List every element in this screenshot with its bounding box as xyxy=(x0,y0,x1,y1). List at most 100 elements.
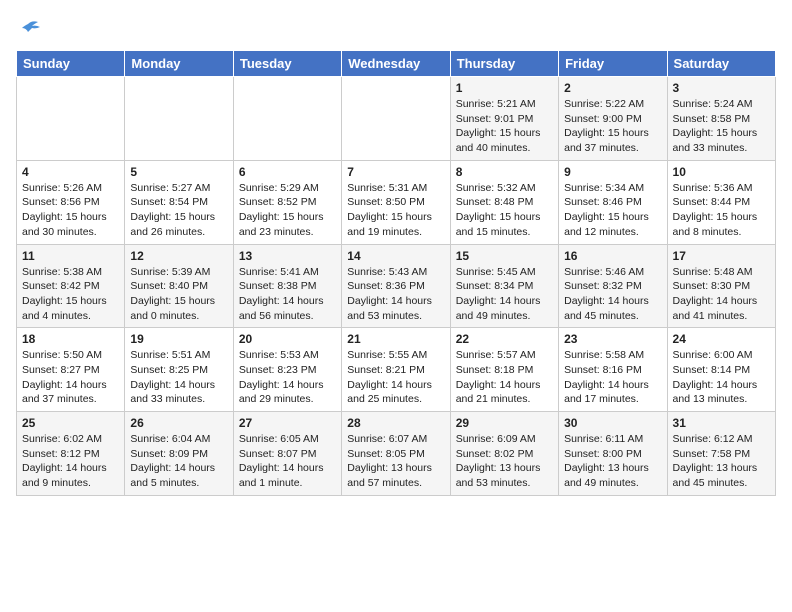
day-number: 3 xyxy=(673,81,770,95)
day-number: 7 xyxy=(347,165,444,179)
cell-info: Sunrise: 5:24 AMSunset: 8:58 PMDaylight:… xyxy=(673,97,770,156)
cell-info: Sunrise: 6:00 AMSunset: 8:14 PMDaylight:… xyxy=(673,348,770,407)
cell-info: Sunrise: 5:26 AMSunset: 8:56 PMDaylight:… xyxy=(22,181,119,240)
day-number: 10 xyxy=(673,165,770,179)
calendar-cell: 24 Sunrise: 6:00 AMSunset: 8:14 PMDayligh… xyxy=(667,328,775,412)
day-number: 21 xyxy=(347,332,444,346)
calendar-week-row: 25Sunrise: 6:02 AMSunset: 8:12 PMDayligh… xyxy=(17,412,776,496)
day-number: 15 xyxy=(456,249,553,263)
calendar-week-row: 1 Sunrise: 5:21 AMSunset: 9:01 PMDaylight… xyxy=(17,77,776,161)
cell-info: Sunrise: 5:41 AMSunset: 8:38 PMDaylight:… xyxy=(239,265,336,324)
cell-info: Sunrise: 5:39 AMSunset: 8:40 PMDaylight:… xyxy=(130,265,227,324)
calendar-cell xyxy=(17,77,125,161)
day-number: 27 xyxy=(239,416,336,430)
day-number: 14 xyxy=(347,249,444,263)
day-number: 23 xyxy=(564,332,661,346)
calendar-cell: 11 Sunrise: 5:38 AMSunset: 8:42 PMDayligh… xyxy=(17,244,125,328)
calendar-cell: 31 Sunrise: 6:12 AMSunset: 7:58 PMDayligh… xyxy=(667,412,775,496)
calendar-cell: 27 Sunrise: 6:05 AMSunset: 8:07 PMDayligh… xyxy=(233,412,341,496)
day-number: 28 xyxy=(347,416,444,430)
calendar-cell xyxy=(342,77,450,161)
cell-info: Sunrise: 5:34 AMSunset: 8:46 PMDaylight:… xyxy=(564,181,661,240)
day-header-thursday: Thursday xyxy=(450,51,558,77)
cell-info: Sunrise: 5:58 AMSunset: 8:16 PMDaylight:… xyxy=(564,348,661,407)
calendar-cell: 12Sunrise: 5:39 AMSunset: 8:40 PMDayligh… xyxy=(125,244,233,328)
day-header-saturday: Saturday xyxy=(667,51,775,77)
day-header-sunday: Sunday xyxy=(17,51,125,77)
calendar-week-row: 18 Sunrise: 5:50 AMSunset: 8:27 PMDayligh… xyxy=(17,328,776,412)
cell-info: Sunrise: 5:29 AMSunset: 8:52 PMDaylight:… xyxy=(239,181,336,240)
page-header xyxy=(16,16,776,42)
cell-info: Sunrise: 5:38 AMSunset: 8:42 PMDaylight:… xyxy=(22,265,119,324)
calendar-cell: 15 Sunrise: 5:45 AMSunset: 8:34 PMDayligh… xyxy=(450,244,558,328)
day-number: 11 xyxy=(22,249,119,263)
day-header-wednesday: Wednesday xyxy=(342,51,450,77)
calendar-cell: 7 Sunrise: 5:31 AMSunset: 8:50 PMDaylight… xyxy=(342,160,450,244)
calendar-header-row: SundayMondayTuesdayWednesdayThursdayFrid… xyxy=(17,51,776,77)
cell-info: Sunrise: 5:31 AMSunset: 8:50 PMDaylight:… xyxy=(347,181,444,240)
calendar-week-row: 4 Sunrise: 5:26 AMSunset: 8:56 PMDaylight… xyxy=(17,160,776,244)
calendar-cell: 6 Sunrise: 5:29 AMSunset: 8:52 PMDaylight… xyxy=(233,160,341,244)
calendar-cell: 1 Sunrise: 5:21 AMSunset: 9:01 PMDaylight… xyxy=(450,77,558,161)
day-number: 2 xyxy=(564,81,661,95)
cell-info: Sunrise: 5:21 AMSunset: 9:01 PMDaylight:… xyxy=(456,97,553,156)
day-number: 31 xyxy=(673,416,770,430)
day-number: 6 xyxy=(239,165,336,179)
calendar-cell: 25Sunrise: 6:02 AMSunset: 8:12 PMDayligh… xyxy=(17,412,125,496)
day-number: 5 xyxy=(130,165,227,179)
calendar-cell: 10Sunrise: 5:36 AMSunset: 8:44 PMDayligh… xyxy=(667,160,775,244)
cell-info: Sunrise: 6:05 AMSunset: 8:07 PMDaylight:… xyxy=(239,432,336,491)
calendar-cell: 16 Sunrise: 5:46 AMSunset: 8:32 PMDayligh… xyxy=(559,244,667,328)
cell-info: Sunrise: 5:50 AMSunset: 8:27 PMDaylight:… xyxy=(22,348,119,407)
calendar-cell: 8Sunrise: 5:32 AMSunset: 8:48 PMDaylight… xyxy=(450,160,558,244)
calendar-cell: 13 Sunrise: 5:41 AMSunset: 8:38 PMDayligh… xyxy=(233,244,341,328)
day-number: 17 xyxy=(673,249,770,263)
day-number: 29 xyxy=(456,416,553,430)
cell-info: Sunrise: 6:12 AMSunset: 7:58 PMDaylight:… xyxy=(673,432,770,491)
cell-info: Sunrise: 5:53 AMSunset: 8:23 PMDaylight:… xyxy=(239,348,336,407)
cell-info: Sunrise: 5:45 AMSunset: 8:34 PMDaylight:… xyxy=(456,265,553,324)
cell-info: Sunrise: 5:46 AMSunset: 8:32 PMDaylight:… xyxy=(564,265,661,324)
cell-info: Sunrise: 5:57 AMSunset: 8:18 PMDaylight:… xyxy=(456,348,553,407)
calendar-cell: 18 Sunrise: 5:50 AMSunset: 8:27 PMDayligh… xyxy=(17,328,125,412)
cell-info: Sunrise: 6:11 AMSunset: 8:00 PMDaylight:… xyxy=(564,432,661,491)
day-header-monday: Monday xyxy=(125,51,233,77)
calendar-cell: 29 Sunrise: 6:09 AMSunset: 8:02 PMDayligh… xyxy=(450,412,558,496)
calendar-cell xyxy=(233,77,341,161)
calendar-cell: 3 Sunrise: 5:24 AMSunset: 8:58 PMDaylight… xyxy=(667,77,775,161)
calendar-cell: 26 Sunrise: 6:04 AMSunset: 8:09 PMDayligh… xyxy=(125,412,233,496)
logo-bird-icon xyxy=(18,20,40,38)
day-number: 1 xyxy=(456,81,553,95)
cell-info: Sunrise: 5:43 AMSunset: 8:36 PMDaylight:… xyxy=(347,265,444,324)
day-number: 25 xyxy=(22,416,119,430)
calendar-cell xyxy=(125,77,233,161)
day-number: 20 xyxy=(239,332,336,346)
calendar-cell: 21 Sunrise: 5:55 AMSunset: 8:21 PMDayligh… xyxy=(342,328,450,412)
calendar-cell: 22 Sunrise: 5:57 AMSunset: 8:18 PMDayligh… xyxy=(450,328,558,412)
day-number: 18 xyxy=(22,332,119,346)
day-number: 19 xyxy=(130,332,227,346)
cell-info: Sunrise: 5:48 AMSunset: 8:30 PMDaylight:… xyxy=(673,265,770,324)
cell-info: Sunrise: 5:55 AMSunset: 8:21 PMDaylight:… xyxy=(347,348,444,407)
day-number: 4 xyxy=(22,165,119,179)
calendar-cell: 20 Sunrise: 5:53 AMSunset: 8:23 PMDayligh… xyxy=(233,328,341,412)
calendar-cell: 30 Sunrise: 6:11 AMSunset: 8:00 PMDayligh… xyxy=(559,412,667,496)
day-number: 30 xyxy=(564,416,661,430)
calendar-cell: 5Sunrise: 5:27 AMSunset: 8:54 PMDaylight… xyxy=(125,160,233,244)
day-number: 16 xyxy=(564,249,661,263)
day-number: 22 xyxy=(456,332,553,346)
day-number: 13 xyxy=(239,249,336,263)
cell-info: Sunrise: 5:51 AMSunset: 8:25 PMDaylight:… xyxy=(130,348,227,407)
day-number: 26 xyxy=(130,416,227,430)
calendar-cell: 9 Sunrise: 5:34 AMSunset: 8:46 PMDaylight… xyxy=(559,160,667,244)
calendar-cell: 4 Sunrise: 5:26 AMSunset: 8:56 PMDaylight… xyxy=(17,160,125,244)
cell-info: Sunrise: 6:04 AMSunset: 8:09 PMDaylight:… xyxy=(130,432,227,491)
calendar-cell: 28Sunrise: 6:07 AMSunset: 8:05 PMDayligh… xyxy=(342,412,450,496)
calendar-cell: 2Sunrise: 5:22 AMSunset: 9:00 PMDaylight… xyxy=(559,77,667,161)
logo xyxy=(16,20,40,42)
day-number: 9 xyxy=(564,165,661,179)
calendar-cell: 19 Sunrise: 5:51 AMSunset: 8:25 PMDayligh… xyxy=(125,328,233,412)
cell-info: Sunrise: 5:32 AMSunset: 8:48 PMDaylight:… xyxy=(456,181,553,240)
cell-info: Sunrise: 6:09 AMSunset: 8:02 PMDaylight:… xyxy=(456,432,553,491)
day-number: 24 xyxy=(673,332,770,346)
